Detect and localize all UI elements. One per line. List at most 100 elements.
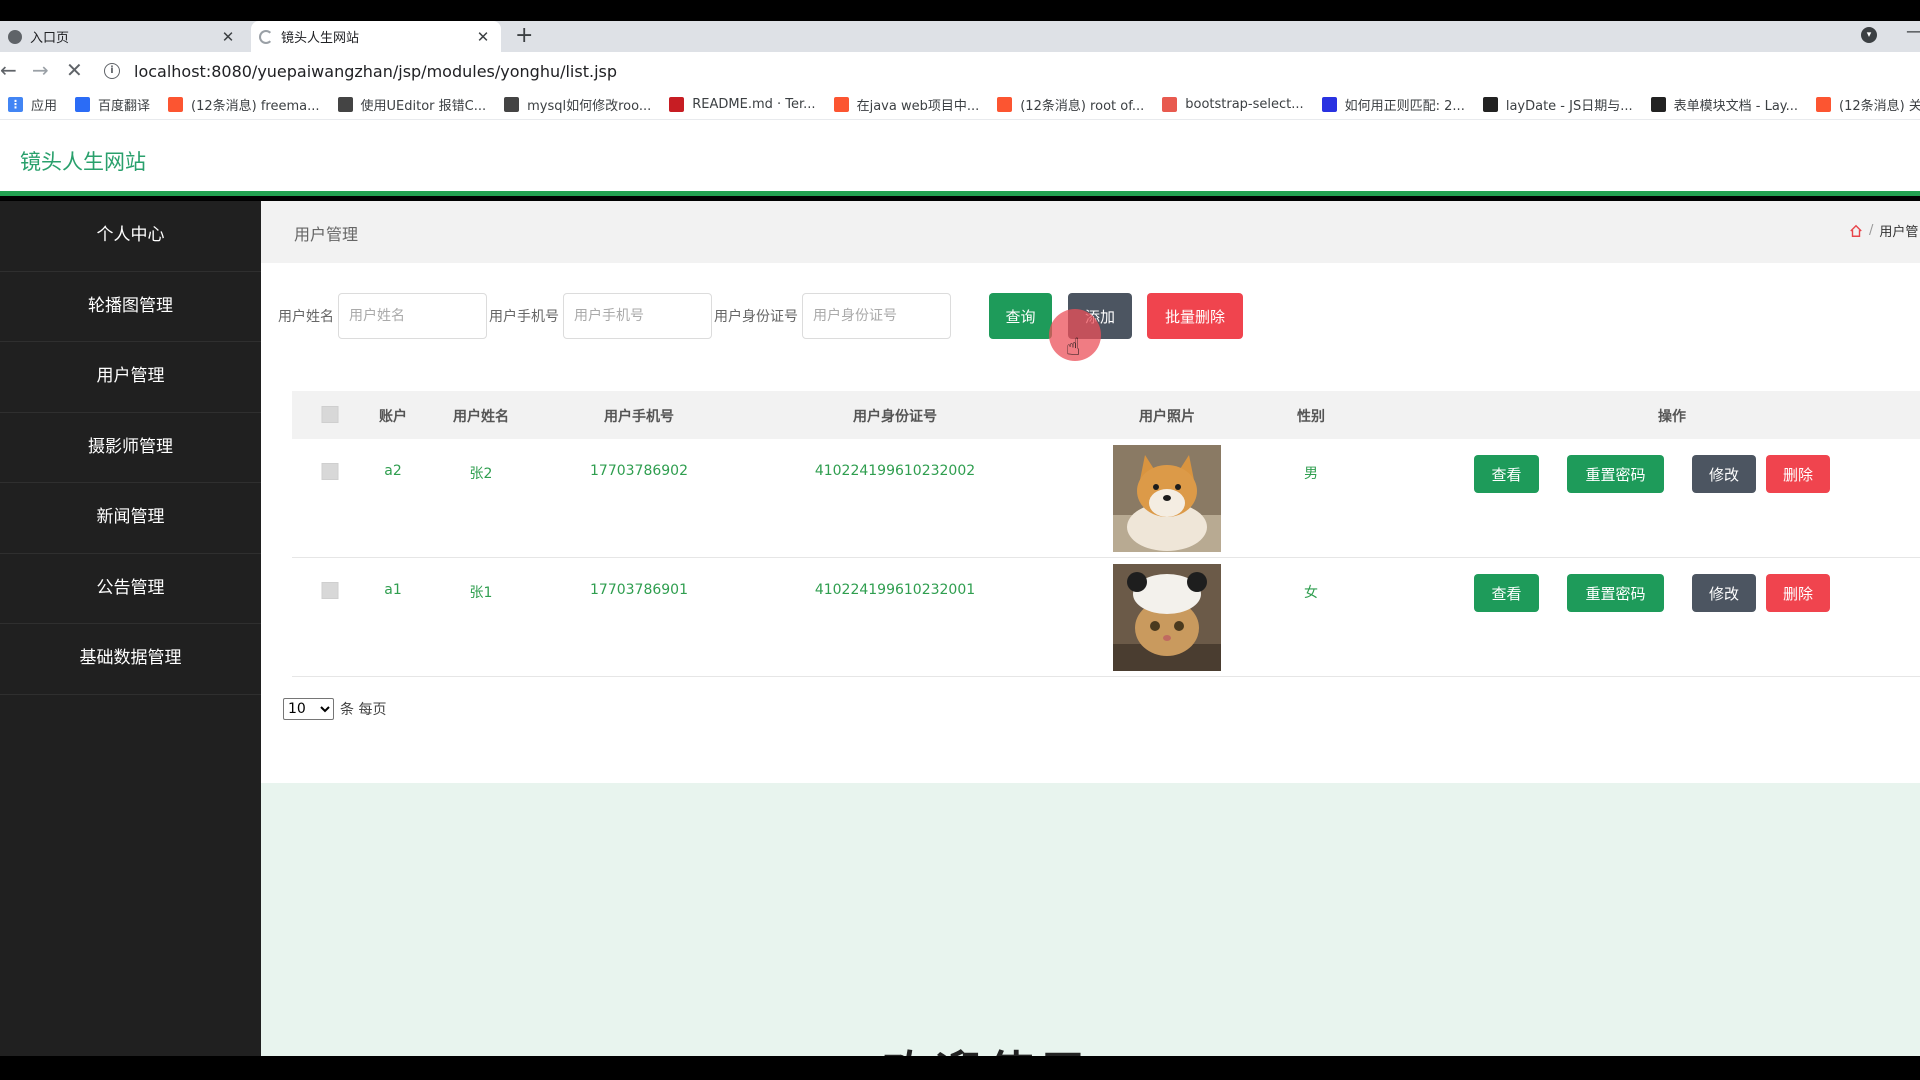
tab-search-icon[interactable]: ▾	[1861, 27, 1877, 43]
close-icon[interactable]: ✕	[471, 28, 495, 46]
bookmark-item[interactable]: ⋮ 应用	[0, 95, 67, 114]
layui-icon	[1650, 97, 1666, 112]
bookmark-item[interactable]: 如何用正则匹配: 2...	[1314, 95, 1475, 114]
cell-gender: 女	[1304, 585, 1318, 601]
sidebar-item[interactable]: 用户管理	[0, 342, 261, 413]
home-icon[interactable]	[1849, 224, 1863, 238]
delete-button[interactable]: 删除	[1766, 455, 1830, 493]
breadcrumb-separator: /	[1869, 223, 1874, 238]
breadcrumb: / 用户管	[1849, 221, 1918, 240]
bookmark-item[interactable]: (12条消息) root of...	[989, 95, 1154, 114]
bookmark-item[interactable]: README.md · Ter...	[661, 97, 825, 112]
back-icon[interactable]: ←	[0, 58, 17, 82]
row-checkbox[interactable]	[321, 463, 339, 480]
browser-tab-title: 镜头人生网站	[281, 31, 360, 46]
bookmark-label: layDate - JS日期与...	[1505, 99, 1633, 114]
minimize-icon[interactable]: —	[1906, 21, 1920, 42]
browser-tab-entry[interactable]: 入口页 ✕	[0, 21, 246, 52]
bookmark-item[interactable]: mysql如何修改roo...	[496, 95, 661, 114]
bookmark-label: README.md · Ter...	[692, 97, 816, 112]
page-size-select[interactable]: 10	[283, 698, 334, 720]
query-button[interactable]: 查询	[989, 293, 1052, 339]
new-tab-icon[interactable]: +	[515, 23, 533, 48]
table-row: a1 张1 17703786901 410224199610232001 女 查…	[292, 558, 1920, 677]
bookmark-label: mysql如何修改roo...	[527, 99, 652, 114]
apps-grid-icon: ⋮	[8, 97, 23, 112]
bookmark-item[interactable]: (12条消息) 关于lay...	[1808, 95, 1920, 114]
sidebar-item[interactable]: 轮播图管理	[0, 272, 261, 342]
pagination: 10 条 每页	[283, 698, 386, 720]
browser-tab-site[interactable]: 镜头人生网站 ✕	[251, 21, 501, 52]
sidebar-item[interactable]: 个人中心	[0, 201, 261, 272]
close-icon[interactable]: ✕	[216, 28, 240, 46]
bookmark-item[interactable]: layDate - JS日期与...	[1475, 95, 1643, 114]
idcard-search-input[interactable]	[802, 293, 951, 339]
loading-spinner-icon	[259, 29, 273, 44]
shiba-dog-photo[interactable]	[1113, 445, 1221, 552]
sidebar-item[interactable]: 摄影师管理	[0, 413, 261, 483]
idcard-label: 用户身份证号	[714, 309, 798, 325]
sidebar-item[interactable]: 基础数据管理	[0, 624, 261, 695]
header-actions: 操作	[1658, 409, 1686, 425]
phone-label: 用户手机号	[489, 309, 559, 325]
url-text: localhost:8080/yuepaiwangzhan/jsp/module…	[134, 61, 618, 81]
stop-loading-icon[interactable]: ✕	[66, 58, 83, 82]
view-button[interactable]: 查看	[1474, 455, 1539, 493]
cell-phone: 17703786902	[590, 463, 688, 479]
browser-tabstrip: 入口页 ✕ 镜头人生网站 ✕ + ▾ —	[0, 21, 1920, 52]
header-name: 用户姓名	[453, 409, 509, 425]
bookmark-item[interactable]: 表单模块文档 - Lay...	[1643, 95, 1808, 114]
name-search-input[interactable]	[338, 293, 487, 339]
header-gender: 性别	[1297, 409, 1325, 425]
sidebar-item[interactable]: 公告管理	[0, 554, 261, 624]
bookmark-item[interactable]: 百度翻译	[67, 95, 160, 114]
bookmark-item[interactable]: bootstrap-select...	[1154, 97, 1313, 112]
site-icon	[1162, 97, 1178, 112]
page-size-suffix: 条 每页	[340, 702, 387, 718]
select-all-checkbox[interactable]	[321, 406, 339, 423]
bookmark-item[interactable]: 使用UEditor 报错C...	[330, 95, 497, 114]
cell-account: a2	[384, 463, 402, 479]
row-checkbox[interactable]	[321, 582, 339, 599]
main-area: 用户管理 / 用户管 用户姓名 用户手机号 用户身份证号 查询 添加 批量	[261, 201, 1920, 1056]
cat-in-hat-photo[interactable]	[1113, 564, 1221, 671]
bookmark-label: 表单模块文档 - Lay...	[1673, 99, 1799, 114]
address-bar[interactable]: i localhost:8080/yuepaiwangzhan/jsp/modu…	[104, 56, 1920, 86]
delete-button[interactable]: 删除	[1766, 574, 1830, 612]
site-info-icon[interactable]: i	[104, 63, 120, 79]
header-photo: 用户照片	[1139, 409, 1195, 425]
bookmark-label: 如何用正则匹配: 2...	[1344, 99, 1465, 114]
bookmark-label: bootstrap-select...	[1185, 97, 1304, 112]
bookmark-item[interactable]: 在java web项目中...	[826, 95, 990, 114]
translate-icon	[75, 97, 91, 112]
user-table: 账户 用户姓名 用户手机号 用户身份证号 用户照片 性别 操作 a2 张2 17…	[292, 391, 1920, 677]
site-title[interactable]: 镜头人生网站	[20, 146, 146, 176]
csdn-icon	[168, 97, 184, 112]
blog-icon	[337, 97, 353, 112]
sidebar-item[interactable]: 新闻管理	[0, 483, 261, 554]
cell-idcard: 410224199610232002	[814, 463, 976, 479]
cell-account: a1	[384, 582, 402, 598]
header-phone: 用户手机号	[604, 409, 674, 425]
csdn-icon	[1816, 97, 1832, 112]
edit-button[interactable]: 修改	[1692, 455, 1756, 493]
page-header: 用户管理 / 用户管	[261, 201, 1920, 263]
batch-delete-button[interactable]: 批量删除	[1147, 293, 1243, 339]
bookmark-item[interactable]: (12条消息) freema...	[160, 95, 329, 114]
bookmark-label: 百度翻译	[98, 99, 151, 114]
content-card: 用户管理 / 用户管 用户姓名 用户手机号 用户身份证号 查询 添加 批量	[261, 201, 1920, 783]
cell-name: 张2	[469, 466, 493, 482]
reset-password-button[interactable]: 重置密码	[1567, 455, 1664, 493]
reset-password-button[interactable]: 重置密码	[1567, 574, 1664, 612]
welcome-overlay-text: 欢迎使用	[883, 1037, 1091, 1056]
cell-phone: 17703786901	[590, 582, 688, 598]
sidebar: 个人中心 轮播图管理 用户管理 摄影师管理 新闻管理 公告管理 基础数据管理	[0, 201, 261, 1056]
edit-button[interactable]: 修改	[1692, 574, 1756, 612]
phone-search-input[interactable]	[563, 293, 712, 339]
breadcrumb-current: 用户管	[1879, 225, 1919, 240]
table-row: a2 张2 17703786902 410224199610232002 男 查…	[292, 439, 1920, 558]
view-button[interactable]: 查看	[1474, 574, 1539, 612]
header-idcard: 用户身份证号	[853, 409, 937, 425]
hand-cursor-icon: ☝	[1066, 333, 1081, 361]
forward-icon[interactable]: →	[32, 58, 49, 82]
